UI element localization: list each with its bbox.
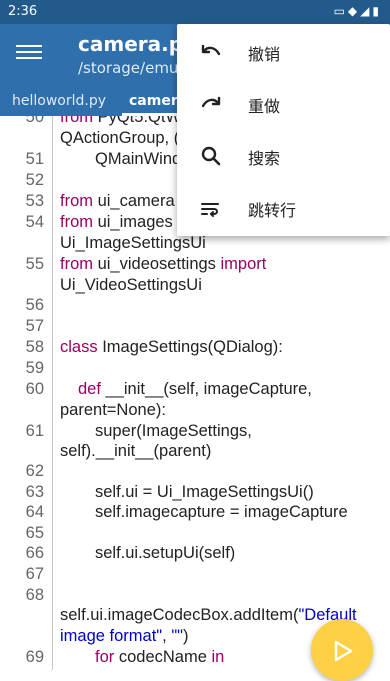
menu-item-undo[interactable]: 撤销: [177, 26, 390, 78]
line-number: 54: [25, 213, 44, 231]
keyword: import: [220, 255, 267, 273]
code-line: self.ui.setupUi(self): [95, 544, 236, 562]
code-text: codecName: [118, 648, 207, 666]
code-line: self).__init__(parent): [60, 442, 212, 460]
line-number: 64: [25, 503, 44, 521]
code-line: self.ui = Ui_ImageSettingsUi(): [95, 483, 314, 501]
code-line: parent=None):: [60, 401, 166, 419]
code-text: ,: [162, 627, 172, 645]
code-line: QMainWind: [95, 150, 182, 168]
menu-item-label: 撤销: [248, 45, 281, 64]
line-number: 61: [25, 422, 44, 440]
code-line: for codecName in: [95, 648, 224, 667]
code-line: from ui_videosettings import: [60, 255, 266, 274]
code-line: class ImageSettings(QDialog):: [60, 338, 283, 357]
line-number: 65: [25, 524, 44, 542]
goto-line-icon: [201, 203, 219, 217]
menu-item-label: 搜索: [248, 149, 281, 168]
code-line: QActionGroup, (: [60, 129, 180, 147]
status-icons: ▭◆◢▮: [334, 4, 382, 18]
line-number: 56: [25, 296, 44, 314]
code-line: super(ImageSettings,: [95, 422, 252, 440]
code-text: ): [183, 627, 189, 645]
menu-item-redo[interactable]: 重做: [177, 78, 390, 130]
code-text: __init__(self, imageCapture,: [105, 380, 312, 398]
undo-icon: [201, 44, 221, 56]
line-number: 60: [25, 380, 44, 398]
battery-icon: ▮: [372, 4, 382, 18]
tab-helloworld[interactable]: helloworld.py: [12, 93, 106, 109]
keyword: from: [60, 192, 93, 210]
code-line: from ui_camera: [60, 192, 175, 211]
code-line: from ui_images: [60, 213, 173, 232]
code-line: self.ui.imageCodecBox.addItem("Default: [60, 606, 357, 625]
keyword: def: [78, 380, 101, 398]
code-line: self.imagecapture = imageCapture: [95, 503, 348, 521]
code-line: image format", ""): [60, 627, 189, 646]
run-button[interactable]: [311, 619, 373, 681]
status-bar: 2:36 ▭◆◢▮: [0, 0, 390, 24]
line-number: 50: [25, 116, 44, 126]
file-path: /storage/emu: [78, 59, 179, 77]
line-number: 68: [25, 586, 44, 604]
line-number: 52: [25, 171, 44, 189]
code-line: from PyQt5.QtW: [60, 116, 181, 127]
line-number: 66: [25, 544, 44, 562]
string-literal: image format": [60, 627, 163, 645]
code-text: ui_videosettings: [97, 255, 216, 273]
line-number: 59: [25, 359, 44, 377]
menu-item-search[interactable]: 搜索: [177, 130, 390, 182]
line-number: 53: [25, 192, 44, 210]
code-line: Ui_VideoSettingsUi: [60, 276, 202, 294]
line-number: 55: [25, 255, 44, 273]
line-number: 67: [25, 565, 44, 583]
line-number: 57: [25, 317, 44, 335]
signal-icon: ◢: [360, 4, 373, 18]
redo-icon: [201, 96, 221, 108]
code-line: def __init__(self, imageCapture,: [78, 380, 312, 399]
search-icon: [201, 146, 221, 166]
code-text: ImageSettings(QDialog):: [102, 338, 283, 356]
menu-item-label: 重做: [248, 97, 281, 116]
string-literal: "": [171, 627, 184, 645]
code-line: Ui_ImageSettingsUi: [60, 234, 206, 252]
code-text: ui_images: [97, 213, 173, 231]
code-text: self.ui.imageCodecBox.addItem(: [60, 606, 299, 624]
line-number: 62: [25, 462, 44, 480]
keyword: from: [60, 255, 93, 273]
status-time: 2:36: [8, 4, 38, 19]
overflow-menu: 撤销 重做 搜索 跳转行: [177, 24, 390, 236]
wifi-icon: ◆: [347, 4, 361, 18]
code-text: PyQt5.QtW: [97, 116, 182, 126]
line-number: 69: [25, 648, 44, 666]
keyword: in: [211, 648, 225, 666]
gutter-divider: [52, 116, 53, 670]
keyword: from: [60, 213, 93, 231]
run-icon: [334, 640, 353, 662]
notification-icon: ▭: [333, 4, 348, 18]
line-number: 51: [25, 150, 44, 168]
menu-item-goto-line[interactable]: 跳转行: [177, 182, 390, 234]
keyword: class: [60, 338, 98, 356]
keyword: for: [95, 648, 115, 666]
menu-item-label: 跳转行: [248, 201, 297, 220]
line-number: 63: [25, 483, 44, 501]
line-number: 58: [25, 338, 44, 356]
keyword: from: [60, 116, 93, 126]
code-text: ui_camera: [97, 192, 175, 210]
hamburger-menu-icon[interactable]: [16, 41, 42, 67]
